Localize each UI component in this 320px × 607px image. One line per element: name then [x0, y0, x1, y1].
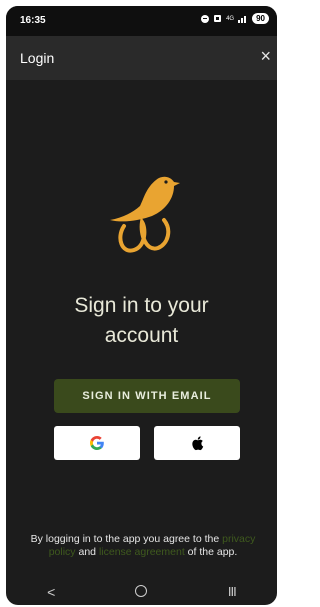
phone-screen: 16:35 4G 90 Login × Sign in to your acco… — [6, 6, 277, 605]
license-agreement-link[interactable]: license agreement — [99, 546, 185, 558]
status-icons: 4G 90 — [201, 13, 269, 24]
legal-prefix: By logging in to the app you agree to th… — [30, 533, 220, 545]
app-bar: Login × — [6, 36, 277, 80]
sign-in-email-button[interactable]: SIGN IN WITH EMAIL — [54, 379, 240, 413]
close-icon[interactable]: × — [260, 46, 271, 67]
google-icon — [90, 436, 104, 450]
back-button[interactable]: < — [21, 584, 81, 600]
network-type: 4G — [226, 15, 235, 22]
do-not-disturb-icon — [201, 14, 210, 23]
signal-icon — [238, 16, 247, 23]
status-time: 16:35 — [20, 15, 46, 26]
heading-line-2: account — [104, 324, 179, 347]
home-button[interactable] — [111, 584, 171, 600]
system-nav-bar: < III — [6, 578, 277, 605]
page-title: Login — [20, 50, 55, 66]
heading-line-1: Sign in to your — [74, 294, 209, 317]
bird-logo-icon — [110, 176, 180, 253]
legal-suffix: of the app. — [187, 546, 238, 558]
notification-icon — [214, 15, 222, 22]
home-icon — [135, 584, 148, 597]
recents-button[interactable]: III — [202, 584, 262, 599]
apple-sign-in-button[interactable] — [154, 426, 240, 460]
legal-notice: By logging in to the app you agree to th… — [20, 533, 266, 559]
status-bar: 16:35 4G 90 — [6, 6, 277, 36]
legal-and: and — [78, 546, 97, 558]
sign-in-heading: Sign in to your account — [6, 291, 277, 351]
google-sign-in-button[interactable] — [54, 426, 140, 460]
battery-badge: 90 — [252, 13, 269, 24]
apple-icon — [192, 436, 204, 451]
